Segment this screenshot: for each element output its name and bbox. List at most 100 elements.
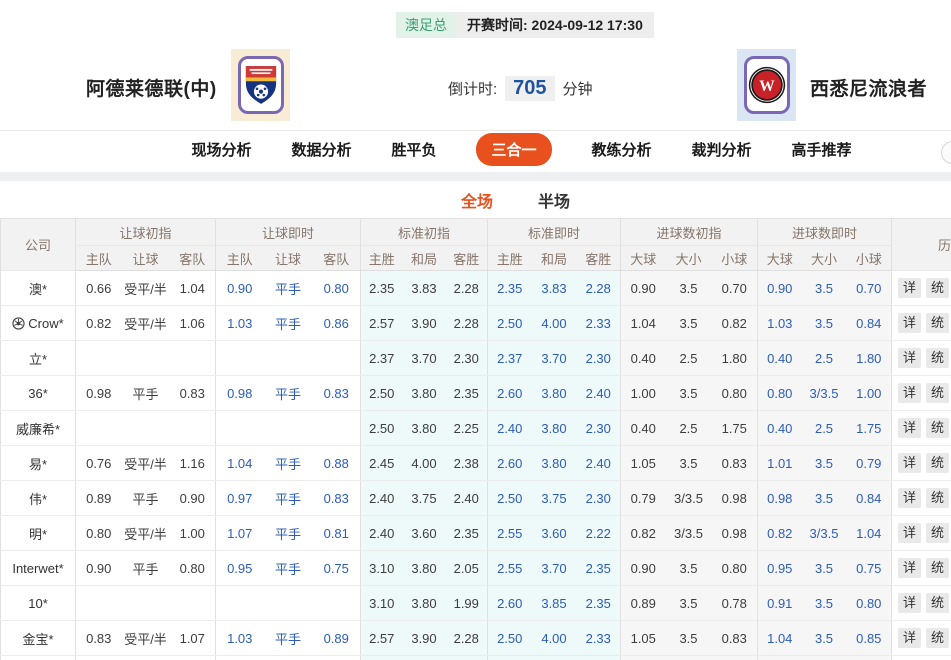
odds-cell: 1.75 bbox=[847, 411, 892, 446]
odds-cell bbox=[122, 586, 170, 621]
company-cell: 伟* bbox=[1, 481, 76, 516]
odds-cell bbox=[532, 656, 577, 660]
odds-cell: 3.70 bbox=[532, 341, 577, 376]
stats-button[interactable]: 统 bbox=[926, 593, 949, 613]
nav-tab-2[interactable]: 数据分析 bbox=[291, 139, 351, 160]
odds-cell: 2.55 bbox=[488, 551, 532, 586]
odds-cell bbox=[313, 411, 361, 446]
odds-cell: 2.22 bbox=[577, 516, 621, 551]
column-header: 客胜 bbox=[446, 246, 488, 271]
odds-cell: 受平/半 bbox=[122, 271, 170, 306]
stats-button[interactable]: 统 bbox=[926, 558, 949, 578]
stats-button[interactable]: 统 bbox=[926, 278, 949, 298]
odds-cell bbox=[76, 656, 122, 660]
odds-cell: 1.80 bbox=[847, 341, 892, 376]
table-row: 立*2.373.702.302.373.702.300.402.51.800.4… bbox=[1, 341, 951, 376]
odds-cell: 0.85 bbox=[847, 621, 892, 656]
odds-cell: 1.05 bbox=[621, 446, 666, 481]
stats-button[interactable]: 统 bbox=[926, 628, 949, 648]
odds-cell: 1.99 bbox=[446, 586, 488, 621]
odds-cell: 平手 bbox=[264, 306, 313, 341]
odds-cell: 3.80 bbox=[532, 376, 577, 411]
odds-cell: 1.16 bbox=[170, 446, 216, 481]
nav-tab-3[interactable]: 胜平负 bbox=[391, 139, 436, 160]
away-team-name: 西悉尼流浪者 bbox=[810, 74, 927, 101]
odds-cell: 2.5 bbox=[666, 411, 712, 446]
company-cell: Crow* bbox=[1, 306, 76, 341]
odds-cell: 0.83 bbox=[76, 621, 122, 656]
nav-tab-4[interactable]: 三合一 bbox=[476, 133, 551, 166]
detail-button[interactable]: 详 bbox=[898, 453, 921, 473]
stats-button[interactable]: 统 bbox=[926, 348, 949, 368]
odds-cell bbox=[264, 586, 313, 621]
history-cell bbox=[892, 656, 951, 660]
odds-cell: 2.50 bbox=[488, 621, 532, 656]
odds-cell: 1.03 bbox=[216, 306, 264, 341]
odds-cell bbox=[758, 656, 802, 660]
divider-band bbox=[0, 172, 951, 181]
odds-cell: 3.5 bbox=[802, 586, 847, 621]
company-cell: 澳* bbox=[1, 271, 76, 306]
nav-tab-5[interactable]: 教练分析 bbox=[592, 139, 652, 160]
detail-button[interactable]: 详 bbox=[898, 418, 921, 438]
odds-cell bbox=[577, 656, 621, 660]
league-badge: 澳足总 bbox=[396, 12, 456, 38]
stats-button[interactable]: 统 bbox=[926, 453, 949, 473]
column-header: 主胜 bbox=[488, 246, 532, 271]
group-header-standard-live: 标准即时 bbox=[488, 219, 621, 246]
table-row: 威廉希*2.503.802.252.403.802.300.402.51.750… bbox=[1, 411, 951, 446]
history-cell: 详统 bbox=[892, 516, 951, 551]
detail-button[interactable]: 详 bbox=[898, 488, 921, 508]
table-row: Crow*0.82受平/半1.061.03平手0.862.573.902.282… bbox=[1, 306, 951, 341]
odds-cell bbox=[313, 341, 361, 376]
odds-cell: 0.86 bbox=[313, 306, 361, 341]
stats-button[interactable]: 统 bbox=[926, 488, 949, 508]
odds-cell: 3.5 bbox=[666, 621, 712, 656]
nav-tab-6[interactable]: 裁判分析 bbox=[692, 139, 752, 160]
odds-cell: 受平/半 bbox=[122, 446, 170, 481]
detail-button[interactable]: 详 bbox=[898, 628, 921, 648]
column-header: 大球 bbox=[758, 246, 802, 271]
nav-tab-7[interactable]: 高手推荐 bbox=[792, 139, 852, 160]
detail-button[interactable]: 详 bbox=[898, 348, 921, 368]
odds-cell: 2.40 bbox=[361, 516, 403, 551]
odds-cell: 1.00 bbox=[170, 516, 216, 551]
odds-cell: 0.40 bbox=[621, 341, 666, 376]
odds-cell: 平手 bbox=[264, 621, 313, 656]
odds-cell: 1.07 bbox=[216, 516, 264, 551]
odds-cell bbox=[170, 411, 216, 446]
stats-button[interactable]: 统 bbox=[926, 383, 949, 403]
column-header: 让球 bbox=[122, 246, 170, 271]
odds-cell: 0.79 bbox=[621, 481, 666, 516]
group-header-standard-initial: 标准初指 bbox=[361, 219, 488, 246]
detail-button[interactable]: 详 bbox=[898, 313, 921, 333]
stats-button[interactable]: 统 bbox=[926, 418, 949, 438]
odds-cell: 1.04 bbox=[847, 516, 892, 551]
odds-cell: 受平/半 bbox=[122, 306, 170, 341]
odds-cell: 0.80 bbox=[712, 551, 758, 586]
sub-tab-1[interactable]: 全场 bbox=[461, 188, 493, 212]
odds-cell: 0.83 bbox=[313, 481, 361, 516]
detail-button[interactable]: 详 bbox=[898, 523, 921, 543]
detail-button[interactable]: 详 bbox=[898, 558, 921, 578]
sub-tab-2[interactable]: 半场 bbox=[538, 188, 570, 212]
company-cell: 易* bbox=[1, 446, 76, 481]
odds-cell: 3.83 bbox=[403, 271, 446, 306]
detail-button[interactable]: 详 bbox=[898, 278, 921, 298]
column-header: 大球 bbox=[621, 246, 666, 271]
countdown-value: 705 bbox=[505, 76, 554, 101]
odds-cell: 1.04 bbox=[621, 306, 666, 341]
odds-cell: 2.30 bbox=[577, 411, 621, 446]
table-row: 易*0.76受平/半1.161.04平手0.882.454.002.382.60… bbox=[1, 446, 951, 481]
detail-button[interactable]: 详 bbox=[898, 383, 921, 403]
odds-cell bbox=[313, 586, 361, 621]
odds-cell: 4.00 bbox=[532, 621, 577, 656]
odds-cell: 3.60 bbox=[532, 516, 577, 551]
detail-button[interactable]: 详 bbox=[898, 593, 921, 613]
stats-button[interactable]: 统 bbox=[926, 313, 949, 333]
countdown-label: 倒计时: bbox=[448, 78, 497, 99]
odds-cell: 0.83 bbox=[170, 376, 216, 411]
odds-cell: 2.28 bbox=[446, 271, 488, 306]
nav-tab-1[interactable]: 现场分析 bbox=[191, 139, 251, 160]
stats-button[interactable]: 统 bbox=[926, 523, 949, 543]
